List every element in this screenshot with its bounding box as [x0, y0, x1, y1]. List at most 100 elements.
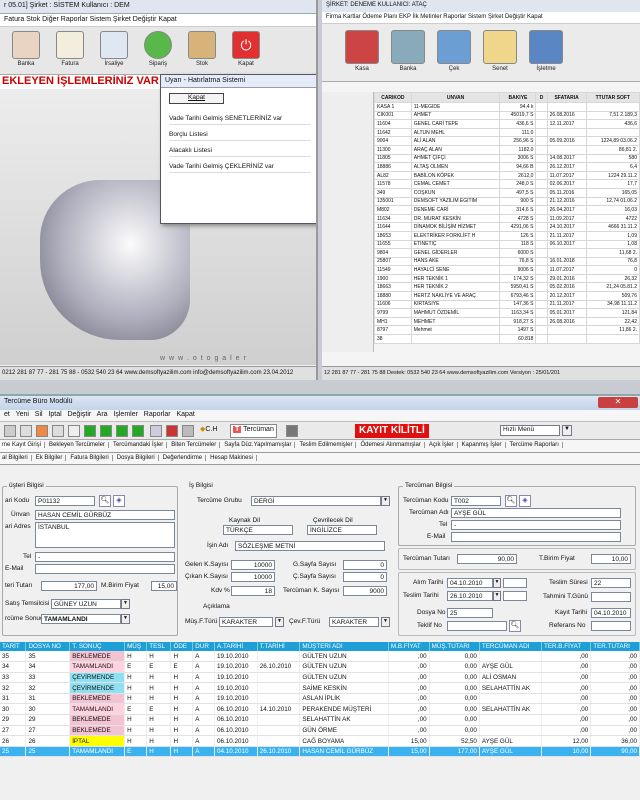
table-row[interactable]: MH1 MEHMET 918,27 S 26.08.2016 22,42 — [374, 316, 640, 327]
tab[interactable]: Kapanmış İşler — [461, 442, 506, 448]
table-row[interactable]: 11300 ARAÇ ALAN 1182,0 86,81 2. — [374, 144, 640, 155]
customer-pricing-type-select[interactable]: KARAKTER — [219, 617, 273, 627]
table-row[interactable]: M802 DENEME CARİ 314,6 S 26.04.2017 16,03 — [374, 205, 640, 215]
vat-input[interactable]: 18 — [231, 586, 275, 596]
subtab[interactable]: Fatura Bilgileri — [70, 455, 113, 461]
menu-item-yeni[interactable]: Yeni — [16, 411, 29, 418]
tab[interactable]: Açık İşler — [428, 442, 458, 448]
table-row[interactable]: 9004 ALİ ALAN 256,96 S 05.09.2016 1224,89 03… — [374, 136, 640, 146]
menu-item-degistir[interactable]: Değiştir — [67, 411, 91, 418]
customer-email-input[interactable] — [35, 564, 175, 574]
toolbar-button-siparis[interactable]: Sipariş — [138, 31, 178, 67]
tab[interactable]: Sayfa Düz.Yapılmamışlar — [224, 442, 296, 448]
grid-column-header[interactable]: MÜŞTERİ ADI — [299, 642, 389, 651]
sales-rep-select[interactable]: GÜNEY UZUN — [51, 599, 121, 609]
search-icon[interactable]: 🔍︎ — [505, 495, 517, 507]
delete-icon[interactable] — [20, 425, 32, 437]
delivery-time-input[interactable] — [503, 591, 527, 601]
grid-column-header[interactable]: TARİT — [0, 642, 27, 651]
info-icon[interactable]: ◈ — [519, 495, 531, 507]
column-header[interactable]: D — [535, 92, 548, 103]
grid-column-header[interactable]: ÖDE — [170, 642, 194, 651]
table-row[interactable]: 349 COŞKUN 497,5 S 05.11.2016 165,05 — [374, 187, 640, 198]
table-row[interactable]: AL82 BABİLON KÖPEK 2612,0 11.07.2017 1224 29… — [374, 170, 640, 181]
column-header[interactable]: CARIKOD — [374, 92, 412, 103]
translator-unit-price-input[interactable]: 10,00 — [591, 554, 631, 564]
tab[interactable]: Biten Tercümeler — [171, 442, 221, 448]
table-row[interactable]: 8797 Mehmet 1497 S 11,86 2. — [374, 325, 640, 336]
subtab[interactable]: Dosya Bilgileri — [116, 455, 159, 461]
customer-code-input[interactable]: P01132 — [35, 496, 95, 506]
first-record-icon[interactable] — [84, 425, 96, 437]
quote-number-input[interactable] — [447, 621, 507, 631]
translator-name-input[interactable]: AYŞE GÜL — [451, 508, 621, 518]
table-row[interactable]: 25807 HANS AKE 76,8 S 16.01.2018 76,8 — [374, 256, 640, 267]
tab[interactable]: me Kayıt Girişi — [2, 442, 46, 448]
grid-row[interactable]: 34 34 TAMAMLANDI E E E A 19.10.2010 26.10.2010 GÜ… — [0, 661, 640, 673]
table-row[interactable]: 9799 MAHMUT ÖZDEMİL 1163,34 S 05.01.2017 121… — [374, 308, 640, 318]
column-header[interactable]: BAKIYE — [499, 92, 537, 103]
table-row[interactable]: 11644 DİNAMOK BİLİŞİM HİZMET 4291,06 S 24.1… — [374, 222, 640, 232]
translator-pricing-type-select[interactable]: KARAKTER — [329, 617, 379, 627]
menu-bar[interactable]: Fatura Stok Diğer Raporlar Sistem Şirket… — [0, 14, 316, 27]
ch-button[interactable]: ◆C.H — [200, 425, 217, 437]
translator-char-count-input[interactable]: 9000 — [343, 586, 387, 596]
menu-item[interactable]: et — [4, 411, 10, 418]
print-preview-icon[interactable] — [150, 425, 162, 437]
search-icon[interactable] — [68, 425, 80, 437]
cancel-icon[interactable] — [36, 425, 48, 437]
grid-row[interactable]: 26 26 İPTAL H H H A 06.10.2010 CAĞ BOYAMA 15,00 52… — [0, 735, 640, 747]
menu-item-islemler[interactable]: İşlemler — [113, 411, 138, 418]
translator-amount-input[interactable]: 90,00 — [457, 554, 517, 564]
incoming-char-count-input[interactable]: 10000 — [231, 560, 275, 570]
menu-item-kapat[interactable]: Kapat — [176, 411, 194, 418]
tercuman-button[interactable]: T Tercüman — [230, 424, 277, 438]
grid-row[interactable]: 35 35 BEKLEMEDE H H H A 19.10.2010 GÜLTEN UZUN ,0… — [0, 651, 640, 663]
customer-address-input[interactable]: İSTANBUL — [35, 522, 175, 548]
toolbar-button-banka[interactable]: Banka — [388, 30, 428, 72]
receive-time-input[interactable] — [503, 578, 527, 588]
grid-column-header[interactable]: TERCÜMAN ADI — [479, 642, 542, 651]
chevron-down-icon[interactable]: ▼ — [121, 614, 130, 624]
reminder-item[interactable]: Vade Tarihi Gelmiş ÇEKLERİNİZ var — [169, 161, 311, 173]
receive-date-input[interactable]: 04.10.2010 — [447, 578, 493, 588]
column-header[interactable]: TTUTAR SOFT — [585, 92, 640, 103]
toolbar-button-fatura[interactable]: Fatura — [50, 31, 90, 67]
reminder-item[interactable]: Alacaklı Listesi — [169, 145, 311, 157]
menu-bar[interactable]: Firma Kartlar Ödeme Planı EKP İlk Metinl… — [322, 12, 640, 24]
table-row[interactable]: CIK001 AHMET 45019,7 S 26.08.2016 7,51 2.189… — [374, 110, 640, 121]
table-row[interactable]: 135001 DEMSOFT YAZILIM EĞİTİM 900 S 21.12.2… — [374, 196, 640, 207]
toolbar-button-stok[interactable]: Stok — [182, 31, 222, 67]
grid-column-header[interactable]: TESL — [146, 642, 172, 651]
search-icon[interactable]: 🔍︎ — [509, 620, 521, 632]
chevron-down-icon[interactable]: ▼ — [381, 617, 390, 627]
tab[interactable]: Bekleyen Tercümeler — [49, 442, 109, 448]
table-row[interactable]: 11634 DR. MURAT KESKİN 4728 S 11.09.2017 472… — [374, 213, 640, 224]
report-icon[interactable] — [166, 425, 178, 437]
translation-result-select[interactable]: TAMAMLANDI — [41, 614, 121, 624]
translator-email-input[interactable] — [451, 532, 621, 542]
grid-column-header[interactable]: T. SONUÇ — [69, 642, 126, 651]
close-window-button[interactable]: ✕ — [598, 397, 638, 408]
estimated-day-select[interactable] — [591, 592, 631, 602]
tab[interactable]: Tercüme Raporları — [509, 442, 563, 448]
delivery-date-input[interactable]: 26.10.2010 — [447, 591, 493, 601]
table-row[interactable]: 1900 HER TEKNİK 1 174,32 S 29.01.2016 26,32 — [374, 273, 640, 284]
translator-phone-input[interactable]: - — [451, 520, 621, 530]
grid-row[interactable]: 31 31 BEKLEMEDE H H H A 19.10.2010 ASLAN İPLİK ,0… — [0, 693, 640, 705]
grid-column-header[interactable]: M.B.FİYAT — [388, 642, 430, 651]
subtab[interactable]: Ek Bilgiler — [35, 455, 67, 461]
grid-row[interactable]: 32 32 ÇEVİRMENDE H H H A 19.10.2010 SAİME KESKİN… — [0, 682, 640, 694]
table-row[interactable]: 11604 GENEL CARİ TEPE 436,6 S 12.11.2017 436… — [374, 119, 640, 129]
last-record-icon[interactable] — [132, 425, 144, 437]
tab[interactable]: Teslim Edilmemişler — [299, 442, 357, 448]
toolbar-button-senet[interactable]: Senet — [480, 30, 520, 72]
chevron-down-icon[interactable]: ▼ — [562, 425, 572, 436]
table-row[interactable]: 11655 ETİNETİÇ 118 S 06.10.2017 1,08 — [374, 239, 640, 250]
table-row[interactable]: KASA 1 11-MEGIDE 94,4 k — [374, 102, 640, 112]
printer-icon[interactable] — [182, 425, 194, 437]
table-row[interactable]: 11549 HAYALCİ SENE 9006 S 11.07.2017 0 — [374, 265, 640, 275]
column-header[interactable]: UNVAN — [410, 92, 501, 103]
table-row[interactable]: 11805 AHMET ÇİFÇİ 3006 S 14.08.2017 580 — [374, 153, 640, 164]
outgoing-char-count-input[interactable]: 10000 — [231, 572, 275, 582]
